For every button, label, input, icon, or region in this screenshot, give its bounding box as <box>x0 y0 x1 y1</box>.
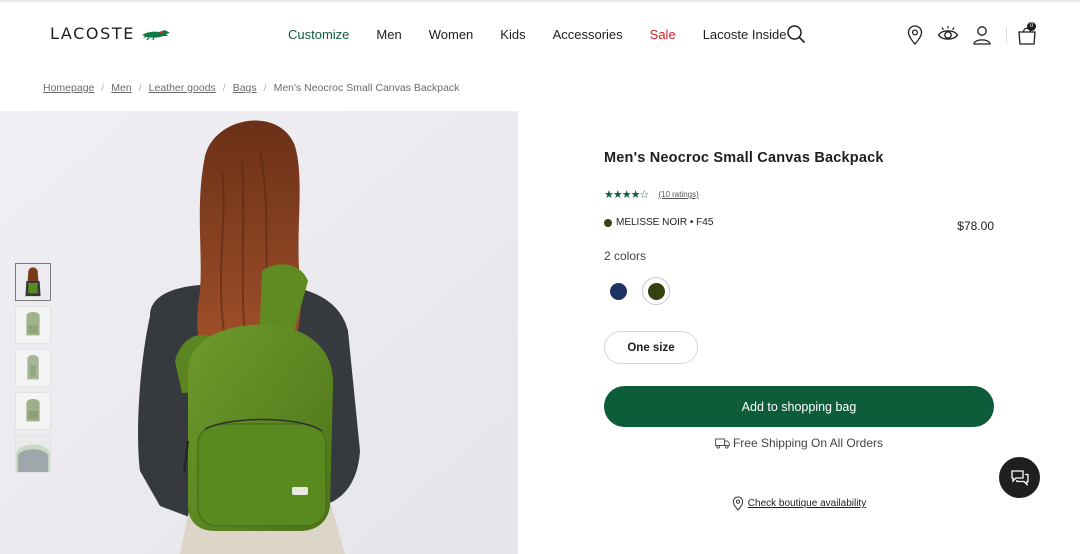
variant-name: MELISSE NOIR • F45 <box>616 217 714 228</box>
breadcrumb-separator: / <box>263 82 267 94</box>
ratings-link[interactable]: (10 ratings) <box>658 190 698 199</box>
brand-logo[interactable]: LACOSTE <box>50 24 171 43</box>
eye-icon[interactable] <box>937 24 959 46</box>
nav-item-kids[interactable]: Kids <box>500 27 525 42</box>
breadcrumb-homepage[interactable]: Homepage <box>43 82 94 94</box>
colors-count-label: 2 colors <box>604 249 647 263</box>
header-actions: 0 <box>902 22 1042 46</box>
breadcrumb-leather-goods[interactable]: Leather goods <box>149 82 216 94</box>
breadcrumb-men[interactable]: Men <box>111 82 131 94</box>
user-icon[interactable] <box>971 24 993 46</box>
header-divider <box>1006 27 1007 43</box>
thumbnail[interactable] <box>15 435 51 473</box>
product-title: Men's Neocroc Small Canvas Backpack <box>604 150 884 166</box>
breadcrumb-bags[interactable]: Bags <box>233 82 257 94</box>
shipping-text: Free Shipping On All Orders <box>732 436 884 450</box>
variant-row: MELISSE NOIR • F45 $78.00 <box>604 217 994 233</box>
delivery-truck-icon <box>715 438 730 449</box>
size-one-size-button[interactable]: One size <box>604 331 698 364</box>
chat-button[interactable] <box>999 457 1040 498</box>
breadcrumb-separator: / <box>138 82 142 94</box>
thumbnail[interactable] <box>15 392 51 430</box>
rating: ★★★★☆ (10 ratings) <box>604 188 699 201</box>
chat-icon <box>1010 469 1029 486</box>
location-pin-icon[interactable] <box>904 24 926 46</box>
color-swatch-navy[interactable] <box>604 277 632 305</box>
breadcrumb: Homepage / Men / Leather goods / Bags / … <box>43 82 459 94</box>
color-swatch-green[interactable] <box>642 277 670 305</box>
nav-item-women[interactable]: Women <box>429 27 474 42</box>
swatch-green-fill <box>647 282 665 300</box>
nav-item-lacoste-inside[interactable]: Lacoste Inside <box>703 27 787 42</box>
nav-item-men[interactable]: Men <box>376 27 401 42</box>
nav-item-accessories[interactable]: Accessories <box>553 27 623 42</box>
thumbnail[interactable] <box>15 349 51 387</box>
product-main-image[interactable] <box>0 111 518 554</box>
main-nav: Customize Men Women Kids Accessories Sal… <box>288 24 814 44</box>
crocodile-icon <box>141 29 170 40</box>
breadcrumb-separator: / <box>222 82 226 94</box>
product-info: Men's Neocroc Small Canvas Backpack ★★★★… <box>604 150 994 511</box>
breadcrumb-current: Men's Neocroc Small Canvas Backpack <box>273 82 460 94</box>
breadcrumb-separator: / <box>101 82 105 94</box>
bag-count-badge: 0 <box>1027 22 1036 31</box>
thumbnail[interactable] <box>15 306 51 344</box>
color-swatches <box>604 277 680 305</box>
search-icon[interactable] <box>786 24 806 44</box>
site-header: LACOSTE Customize Men Women Kids Accesso… <box>0 2 1080 68</box>
check-boutique-link[interactable]: Check boutique availability <box>748 498 866 509</box>
nav-item-sale[interactable]: Sale <box>650 27 676 42</box>
brand-name: LACOSTE <box>50 24 135 43</box>
star-rating-icon: ★★★★☆ <box>604 189 649 201</box>
location-pin-icon <box>732 496 743 511</box>
selected-color-dot <box>604 218 612 227</box>
nav-item-customize[interactable]: Customize <box>288 27 349 42</box>
thumbnail[interactable] <box>15 263 51 301</box>
boutique-availability: Check boutique availability <box>604 496 994 511</box>
swatch-navy-fill <box>609 282 627 300</box>
product-gallery <box>0 111 518 554</box>
shipping-info: Free Shipping On All Orders <box>604 436 994 450</box>
product-price: $78.00 <box>957 219 994 233</box>
add-to-bag-button[interactable]: Add to shopping bag <box>604 386 994 427</box>
thumbnail-strip <box>15 263 53 478</box>
